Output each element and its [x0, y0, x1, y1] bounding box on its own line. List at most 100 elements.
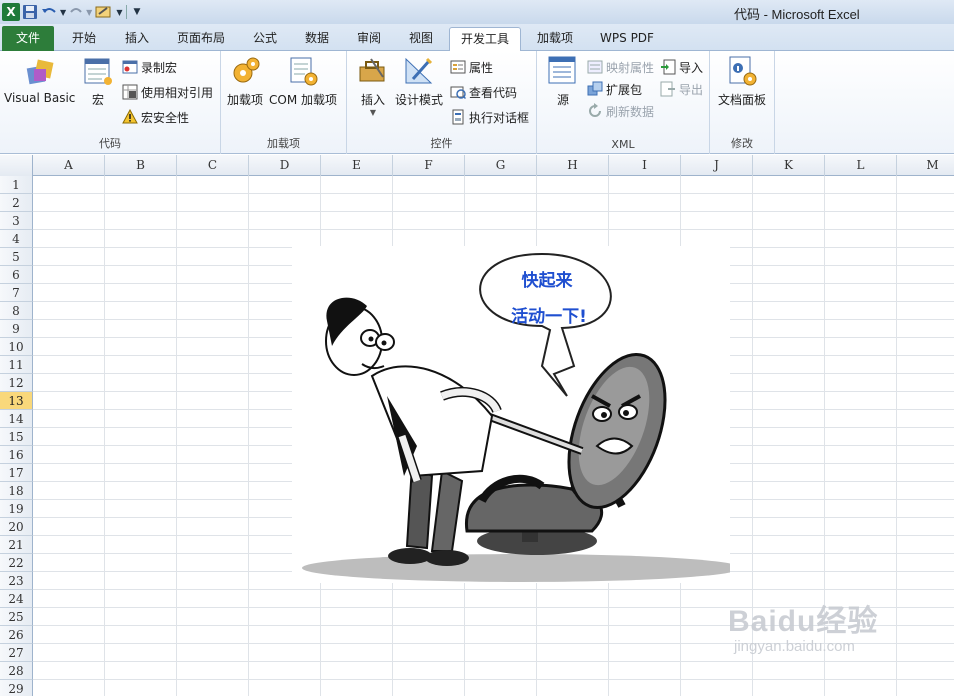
excel-logo-icon[interactable]: X	[2, 3, 20, 21]
column-header[interactable]: H	[537, 155, 609, 176]
tab-addins[interactable]: 加载项	[527, 27, 583, 51]
properties-label: 属性	[469, 60, 494, 75]
com-addins-button[interactable]: COM 加载项	[269, 55, 337, 108]
watermark-main: Baidu经验	[728, 605, 879, 638]
view-code-button[interactable]: 查看代码	[450, 82, 517, 102]
row-header[interactable]: 4	[0, 230, 33, 248]
row-header[interactable]: 3	[0, 212, 33, 230]
row-header[interactable]: 9	[0, 320, 33, 338]
expansion-packs-button[interactable]: 扩展包	[587, 79, 642, 99]
row-header[interactable]: 8	[0, 302, 33, 320]
row-header[interactable]: 25	[0, 608, 33, 626]
relative-reference-button[interactable]: 使用相对引用	[122, 82, 213, 102]
column-headers: ABCDEFGHIJKLM	[0, 155, 954, 176]
column-header[interactable]: G	[465, 155, 537, 176]
row-header[interactable]: 7	[0, 284, 33, 302]
tab-view[interactable]: 视图	[398, 27, 444, 51]
export-button[interactable]: 导出	[660, 79, 703, 99]
column-header[interactable]: A	[33, 155, 105, 176]
row-header[interactable]: 22	[0, 554, 33, 572]
column-header[interactable]: K	[753, 155, 825, 176]
row-header[interactable]: 16	[0, 446, 33, 464]
row-header[interactable]: 20	[0, 518, 33, 536]
watermark-sub: jingyan.baidu.com	[734, 638, 855, 655]
tab-developer[interactable]: 开发工具	[449, 27, 521, 52]
row-header[interactable]: 29	[0, 680, 33, 696]
embedded-cartoon-image[interactable]: 快起来 活动一下!	[292, 246, 742, 583]
select-all-corner[interactable]	[0, 155, 33, 176]
customize-icon[interactable]: ▼	[133, 2, 140, 22]
column-header[interactable]: D	[249, 155, 321, 176]
macro-security-label: 宏安全性	[141, 110, 190, 125]
row-header[interactable]: 5	[0, 248, 33, 266]
row-header[interactable]: 12	[0, 374, 33, 392]
column-header[interactable]: B	[105, 155, 177, 176]
row-header[interactable]: 11	[0, 356, 33, 374]
row-header[interactable]: 18	[0, 482, 33, 500]
row-header[interactable]: 23	[0, 572, 33, 590]
column-header[interactable]: M	[897, 155, 954, 176]
macros-button[interactable]: 宏	[82, 55, 114, 108]
tools-icon[interactable]	[94, 2, 114, 22]
tab-formulas[interactable]: 公式	[242, 27, 288, 51]
row-header[interactable]: 13	[0, 392, 33, 410]
row-header[interactable]: 26	[0, 626, 33, 644]
addins-button[interactable]: 加载项	[227, 55, 263, 108]
redo-dropdown-icon[interactable]: ▼	[86, 2, 92, 22]
group-modify-label: 修改	[731, 137, 753, 150]
export-icon	[660, 81, 676, 97]
row-header[interactable]: 19	[0, 500, 33, 518]
group-xml-label: XML	[611, 138, 635, 151]
row-header[interactable]: 28	[0, 662, 33, 680]
insert-control-button[interactable]: 插入 ▼	[357, 55, 389, 117]
tab-data[interactable]: 数据	[294, 27, 340, 51]
import-button[interactable]: 导入	[660, 57, 703, 77]
record-macro-icon	[122, 59, 138, 75]
row-header[interactable]: 10	[0, 338, 33, 356]
tab-review[interactable]: 审阅	[346, 27, 392, 51]
refresh-data-button[interactable]: 刷新数据	[587, 101, 654, 121]
record-macro-label: 录制宏	[141, 60, 178, 75]
redo-icon[interactable]	[68, 2, 84, 22]
addins-label: 加载项	[227, 93, 264, 107]
title-bar: X ▼ ▼ ▼ ▼ 代码 - Microsoft Excel	[0, 0, 954, 24]
tab-insert[interactable]: 插入	[113, 27, 161, 51]
row-header[interactable]: 17	[0, 464, 33, 482]
map-properties-button[interactable]: 映射属性	[587, 57, 654, 77]
run-dialog-button[interactable]: 执行对话框	[450, 107, 529, 127]
tab-file[interactable]: 文件	[2, 26, 54, 51]
worksheet-grid[interactable]: ABCDEFGHIJKLM 1 2 3 4 5 6 7 8 9 10 11 12 13 14 15 16 17 1…	[0, 155, 954, 696]
column-header[interactable]: L	[825, 155, 897, 176]
undo-dropdown-icon[interactable]: ▼	[60, 2, 66, 22]
row-header[interactable]: 6	[0, 266, 33, 284]
expansion-packs-icon	[587, 81, 603, 97]
row-header[interactable]: 15	[0, 428, 33, 446]
column-header[interactable]: J	[681, 155, 753, 176]
column-header[interactable]: F	[393, 155, 465, 176]
save-icon[interactable]	[22, 2, 38, 22]
column-header[interactable]: I	[609, 155, 681, 176]
row-header[interactable]: 27	[0, 644, 33, 662]
baidu-watermark: Baidu经验 jingyan.baidu.com	[728, 596, 918, 676]
tab-wps-pdf[interactable]: WPS PDF	[590, 27, 664, 51]
column-header[interactable]: E	[321, 155, 393, 176]
column-header[interactable]: C	[177, 155, 249, 176]
refresh-icon	[587, 103, 603, 119]
row-header[interactable]: 14	[0, 410, 33, 428]
record-macro-button[interactable]: 录制宏	[122, 57, 177, 77]
row-header[interactable]: 21	[0, 536, 33, 554]
row-header[interactable]: 2	[0, 194, 33, 212]
macro-security-button[interactable]: 宏安全性	[122, 107, 189, 127]
undo-icon[interactable]	[40, 2, 58, 22]
properties-button[interactable]: 属性	[450, 57, 493, 77]
view-code-icon	[450, 84, 466, 100]
tab-home[interactable]: 开始	[60, 27, 108, 51]
document-panel-button[interactable]: 文档面板	[718, 55, 766, 108]
tools-dropdown-icon[interactable]: ▼	[116, 2, 122, 22]
xml-source-button[interactable]: 源	[547, 55, 579, 108]
row-header[interactable]: 1	[0, 176, 33, 194]
design-mode-button[interactable]: 设计模式	[395, 55, 443, 108]
row-header[interactable]: 24	[0, 590, 33, 608]
visual-basic-button[interactable]: Visual Basic	[4, 55, 75, 105]
tab-page-layout[interactable]: 页面布局	[166, 27, 236, 51]
